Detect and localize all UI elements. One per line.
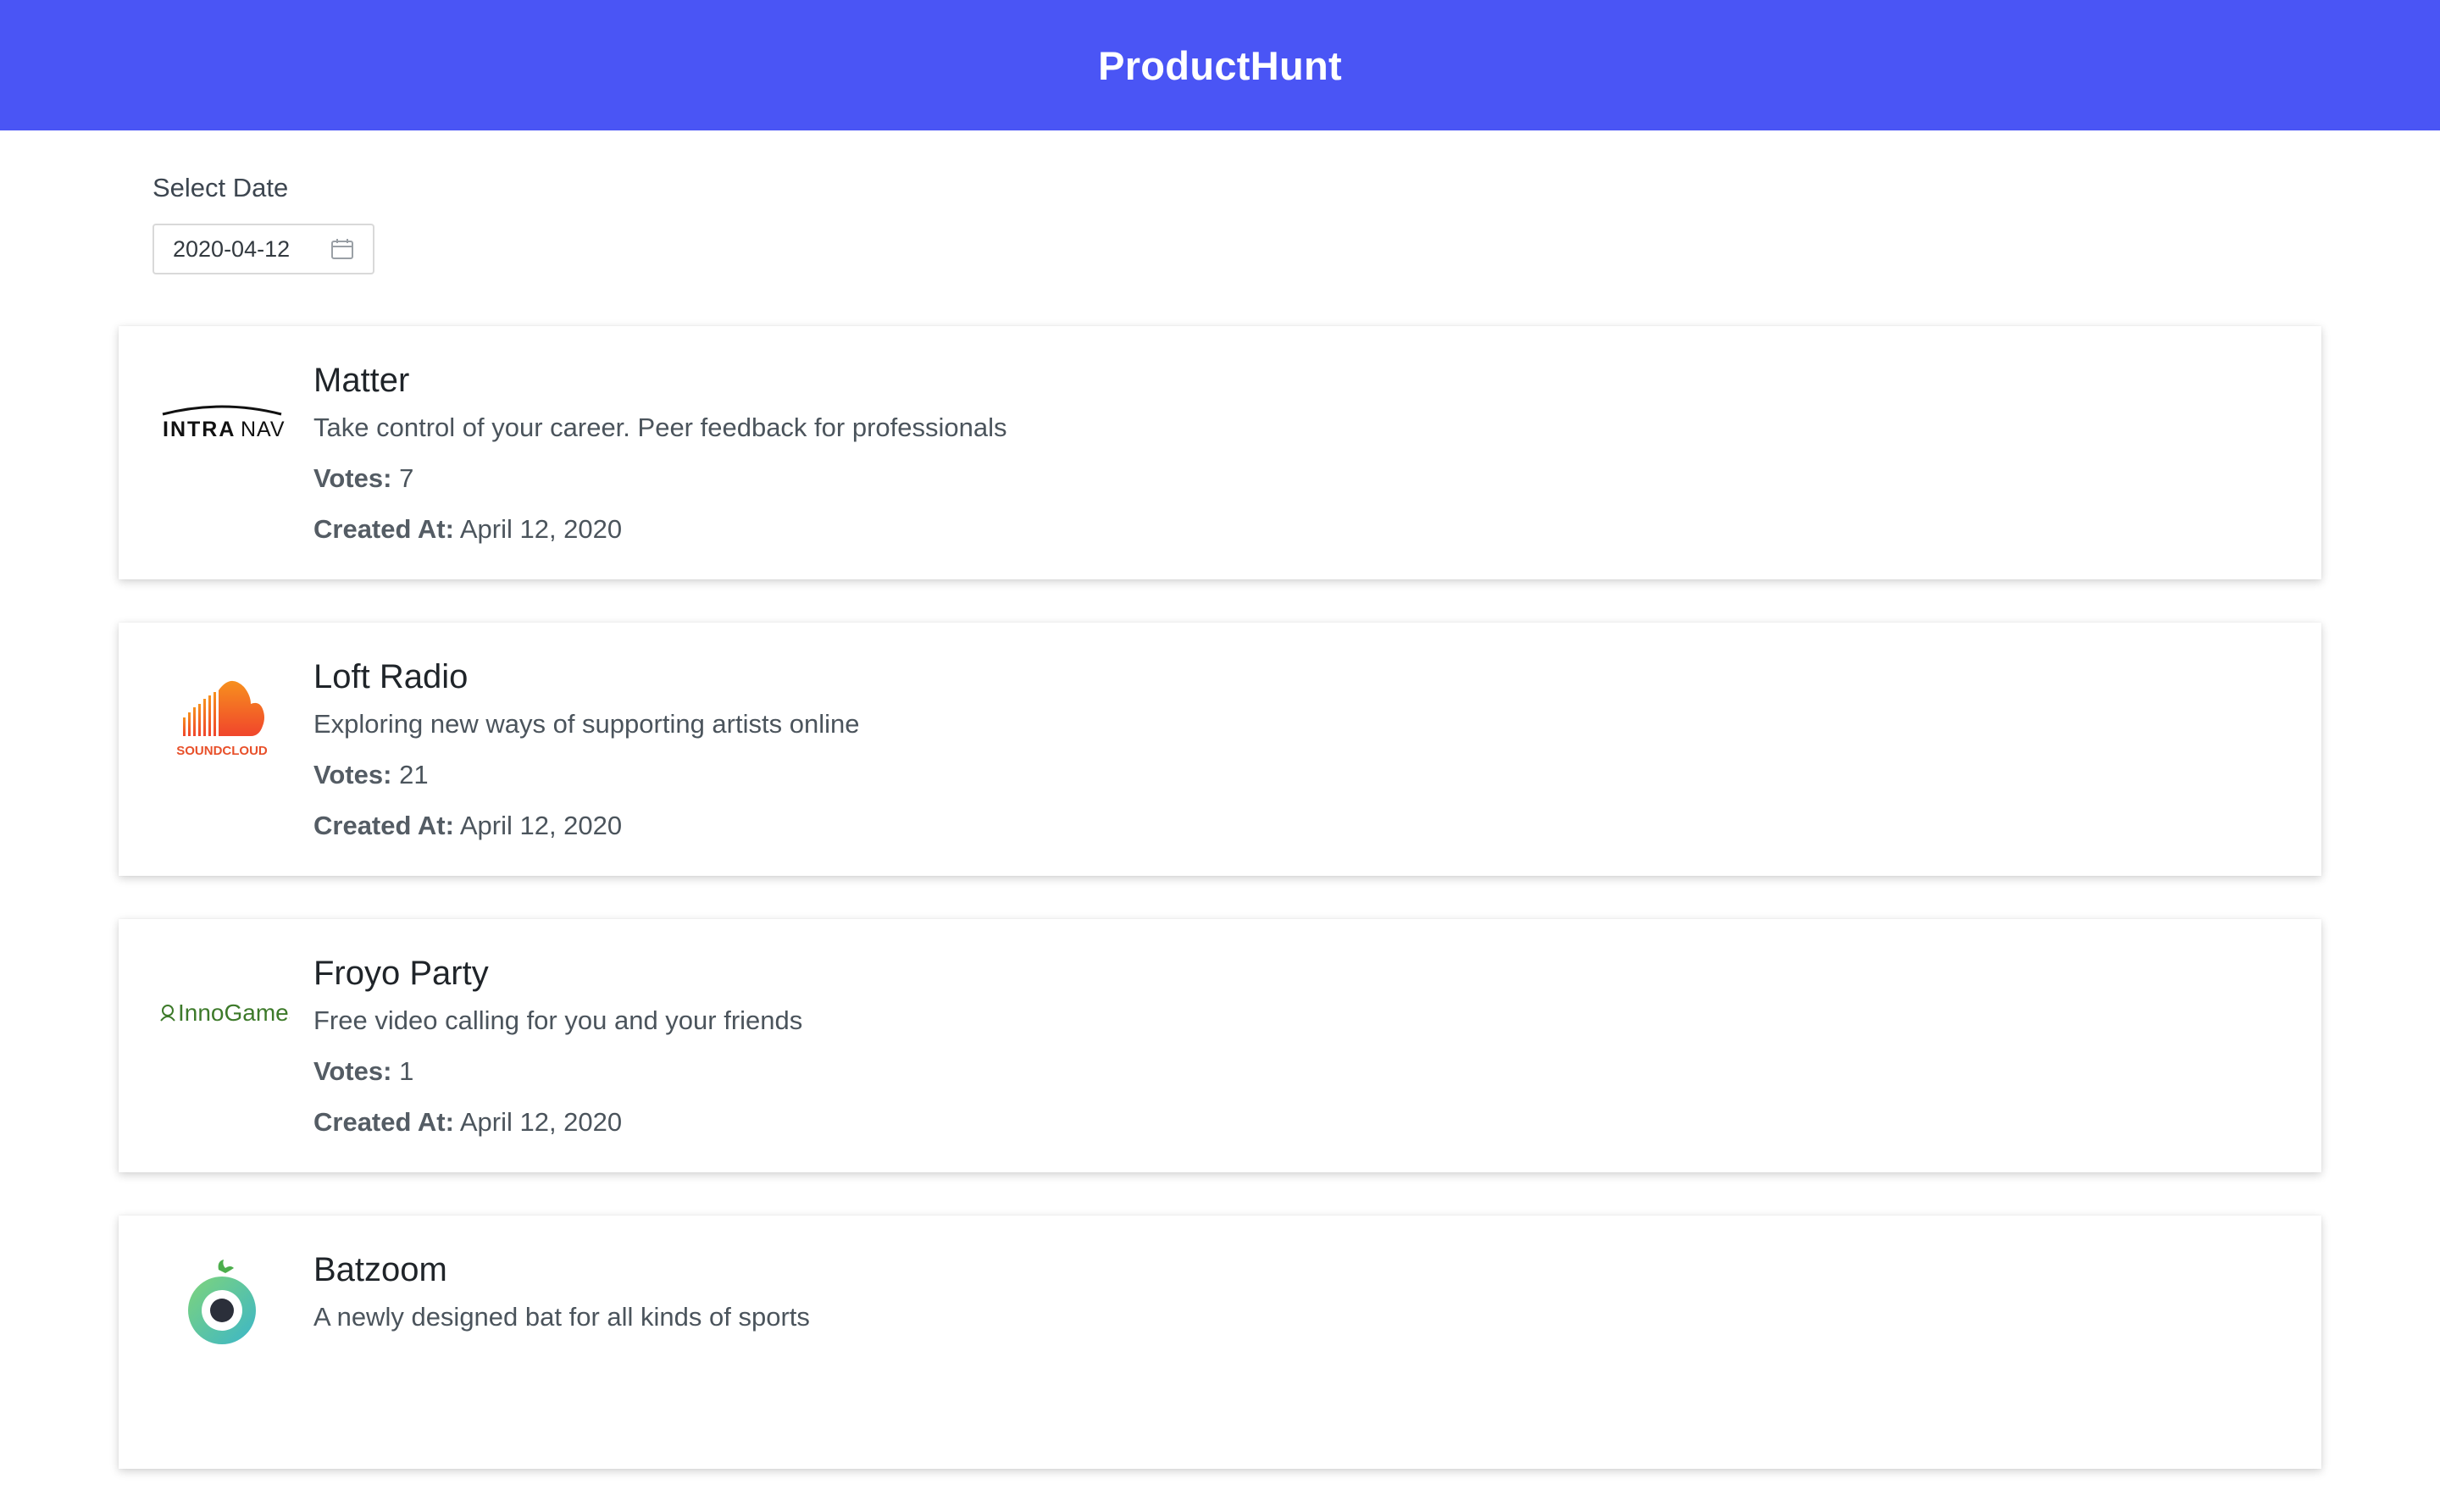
product-info: Matter Take control of your career. Peer… — [313, 357, 1007, 562]
product-name[interactable]: Loft Radio — [313, 653, 859, 701]
app-header: ProductHunt — [0, 0, 2440, 130]
innogames-logo-text: InnoGames — [178, 1000, 290, 1026]
product-card[interactable]: Batzoom A newly designed bat for all kin… — [119, 1216, 2321, 1469]
created-at-value: April 12, 2020 — [459, 514, 623, 544]
created-at-value: April 12, 2020 — [459, 1107, 623, 1137]
product-description: Free video calling for you and your frie… — [313, 1005, 803, 1035]
product-votes: Votes: 21 — [313, 756, 859, 794]
product-name[interactable]: Froyo Party — [313, 950, 802, 997]
product-name[interactable]: Batzoom — [313, 1246, 810, 1293]
created-at-label: Created At: — [313, 811, 454, 840]
date-value: 2020-04-12 — [173, 235, 291, 262]
soundcloud-logo: SOUNDCLOUD — [154, 648, 290, 784]
product-name[interactable]: Matter — [313, 357, 1007, 404]
created-at-label: Created At: — [313, 514, 454, 544]
batzoom-logo — [154, 1241, 290, 1376]
product-description: Exploring new ways of supporting artists… — [313, 709, 860, 739]
date-filter: Select Date 2020-04-12 — [152, 169, 374, 274]
date-label: Select Date — [152, 173, 289, 202]
date-picker-input[interactable]: 2020-04-12 — [152, 224, 374, 274]
votes-value: 7 — [399, 463, 414, 493]
calendar-icon[interactable] — [330, 237, 354, 261]
product-info: Loft Radio Exploring new ways of support… — [313, 653, 859, 858]
product-info: Batzoom A newly designed bat for all kin… — [313, 1246, 810, 1349]
product-card[interactable]: INTRA NAV Matter Take control of your ca… — [119, 326, 2321, 579]
intranav-logo-text-light: NAV — [241, 418, 286, 441]
product-list: INTRA NAV Matter Take control of your ca… — [119, 326, 2321, 1512]
product-description: Take control of your career. Peer feedba… — [313, 413, 1007, 442]
product-votes: Votes: 1 — [313, 1053, 802, 1090]
intranav-logo: INTRA NAV — [154, 352, 290, 487]
product-description: A newly designed bat for all kinds of sp… — [313, 1302, 810, 1332]
votes-value: 21 — [399, 760, 429, 789]
product-votes: Votes: 7 — [313, 460, 1007, 497]
product-info: Froyo Party Free video calling for you a… — [313, 950, 802, 1155]
created-at-label: Created At: — [313, 1107, 454, 1137]
app-title: ProductHunt — [1098, 42, 1342, 88]
product-created-at: Created At: April 12, 2020 — [313, 511, 1007, 548]
innogames-logo: InnoGames — [154, 944, 290, 1080]
product-created-at: Created At: April 12, 2020 — [313, 807, 859, 845]
votes-label: Votes: — [313, 1056, 392, 1086]
intranav-logo-text-bold: INTRA — [163, 418, 236, 441]
created-at-value: April 12, 2020 — [459, 811, 623, 840]
product-card[interactable]: InnoGames Froyo Party Free video calling… — [119, 919, 2321, 1172]
product-created-at: Created At: April 12, 2020 — [313, 1104, 802, 1141]
votes-value: 1 — [399, 1056, 414, 1086]
soundcloud-logo-text: SOUNDCLOUD — [176, 744, 268, 758]
votes-label: Votes: — [313, 463, 392, 493]
votes-label: Votes: — [313, 760, 392, 789]
product-card[interactable]: SOUNDCLOUD Loft Radio Exploring new ways… — [119, 623, 2321, 876]
